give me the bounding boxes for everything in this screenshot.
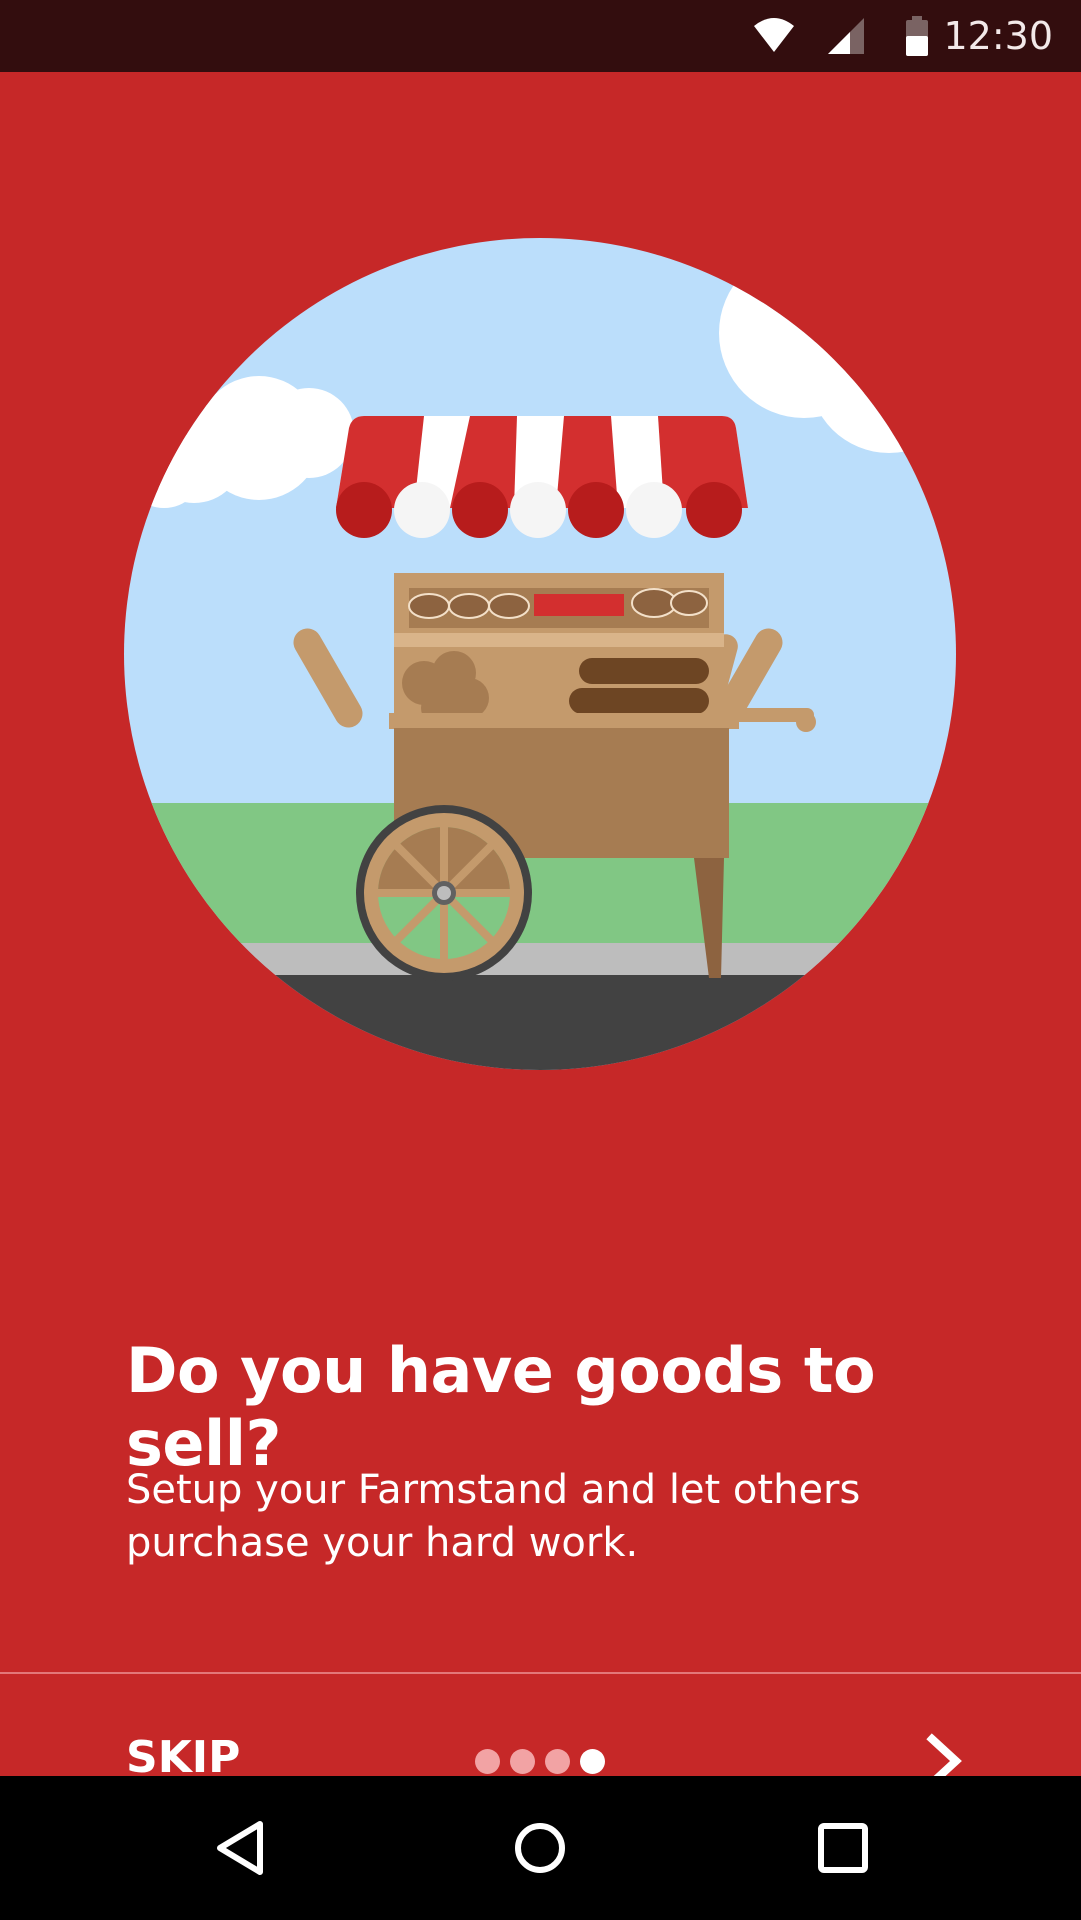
home-icon (515, 1823, 565, 1873)
onboarding-subtitle: Setup your Farmstand and let others purc… (126, 1467, 861, 1566)
recents-button[interactable] (805, 1810, 881, 1886)
footer-divider (0, 1672, 1081, 1674)
wifi-icon (752, 16, 796, 61)
onboarding-page: Do you have goods to sell? Setup your Fa… (0, 72, 1081, 1789)
farmstand-cart-illustration (124, 238, 956, 1070)
recents-icon (818, 1823, 868, 1873)
battery-icon (904, 16, 930, 63)
system-nav-bar (0, 1776, 1081, 1920)
home-button[interactable] (502, 1810, 578, 1886)
onboarding-title: Do you have goods to sell? (126, 1334, 876, 1480)
back-button[interactable] (202, 1810, 278, 1886)
status-bar: 12:30 (0, 0, 1081, 72)
page-dot (475, 1749, 500, 1774)
status-time: 12:30 (943, 14, 1053, 58)
cell-signal-icon (826, 16, 868, 61)
page-dot (510, 1749, 535, 1774)
back-icon (217, 1821, 263, 1875)
page-dot (545, 1749, 570, 1774)
page-indicator (475, 1749, 605, 1775)
page-dot-active (580, 1749, 605, 1774)
